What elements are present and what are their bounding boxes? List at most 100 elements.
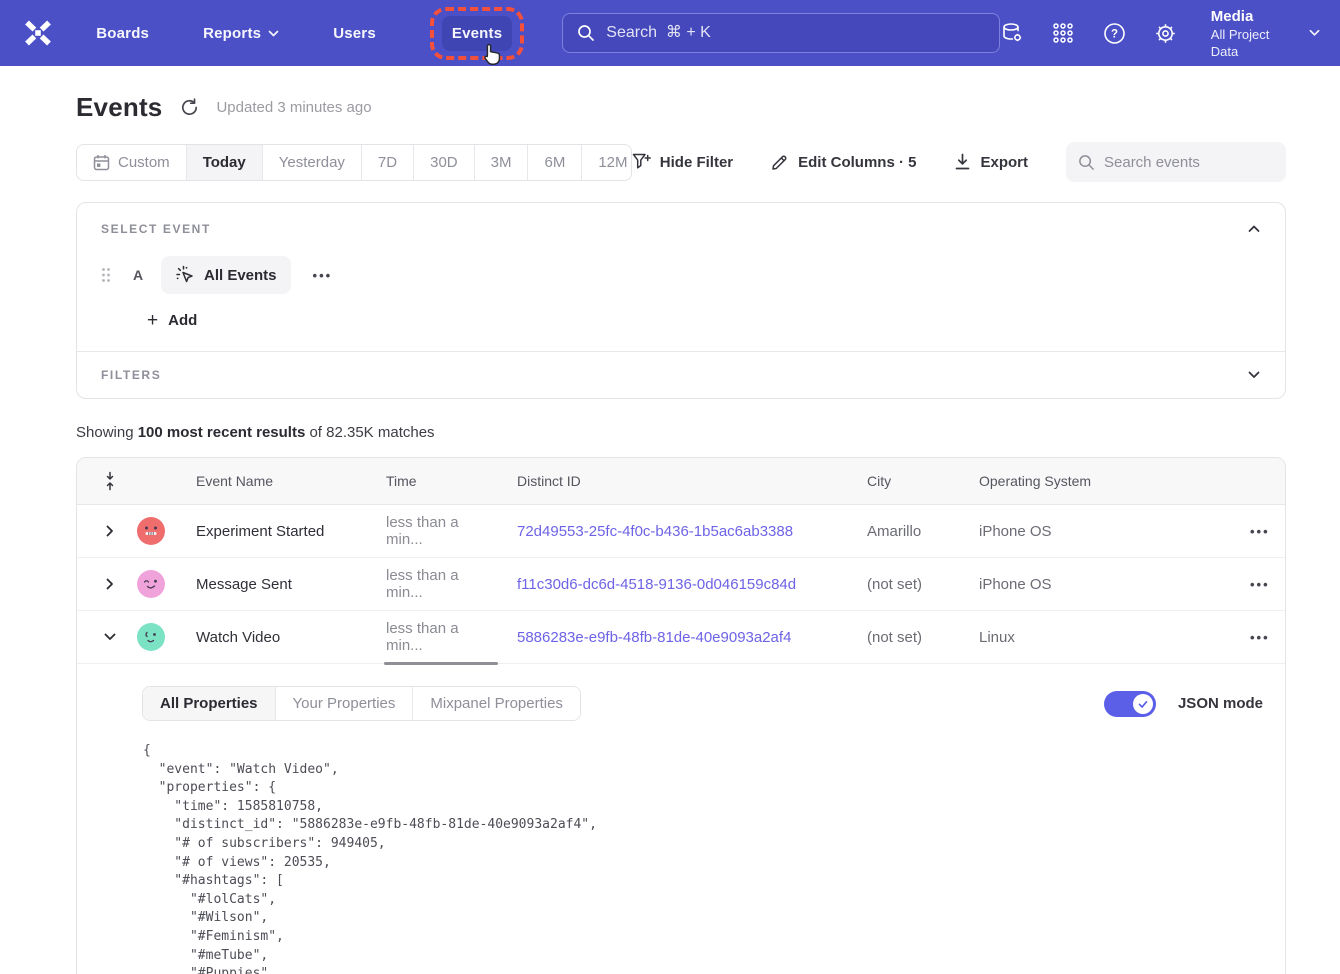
date-option-12m[interactable]: 12M [581,145,631,180]
cell-event-name: Experiment Started [175,523,365,540]
page-title: Events [76,92,162,123]
step-letter: A [131,267,145,283]
edit-columns-button[interactable]: Edit Columns · 5 [771,153,916,171]
table-row[interactable]: Message Sent less than a min... f11c30d6… [77,558,1285,611]
project-name: Media [1211,7,1293,26]
nav-item-reports[interactable]: Reports [193,16,289,51]
hide-filter-button[interactable]: Hide Filter [632,153,733,171]
chevron-right-icon [106,525,114,537]
table-row[interactable]: Experiment Started less than a min... 72… [77,505,1285,558]
global-search-input[interactable] [606,24,985,42]
avatar-face-icon [142,578,160,590]
nav-item-boards[interactable]: Boards [86,16,159,51]
filters-label: FILTERS [101,368,1261,382]
row-menu-button[interactable]: ••• [1244,520,1276,543]
event-selector-label: All Events [204,267,277,284]
project-selector-labels: Media All Project Data [1211,7,1293,60]
page-content: Events Updated 3 minutes ago [0,66,1340,974]
date-option-label: 30D [430,154,458,171]
results-count: 100 most recent results [138,424,306,441]
tab-your-properties[interactable]: Your Properties [275,687,413,720]
data-management-button[interactable] [1000,20,1024,46]
distinct-id-link[interactable]: 5886283e-e9fb-48fb-81de-40e9093a2af4 [496,629,846,646]
cell-event-name: Watch Video [175,629,365,646]
search-icon [577,24,595,42]
collapse-row-button[interactable] [98,625,122,649]
nav-item-users[interactable]: Users [323,16,386,51]
nav-utilities: ? Media All Project Data [1000,7,1320,60]
check-icon [1137,698,1149,710]
expand-filters-button[interactable] [1243,364,1265,386]
tab-all-properties[interactable]: All Properties [143,687,275,720]
selection-highlight: Events [430,7,524,60]
chevron-down-icon [104,633,116,641]
mixpanel-logo[interactable] [20,15,56,51]
properties-tabs: All Properties Your Properties Mixpanel … [142,686,581,721]
add-event-button[interactable]: + Add [147,311,197,330]
cell-city: Amarillo [846,523,958,540]
drag-handle[interactable] [101,265,115,285]
cursor-pointer-icon [481,43,503,67]
pencil-icon [771,153,789,171]
date-option-30d[interactable]: 30D [413,145,474,180]
primary-nav: Boards Reports Users Events [86,7,524,60]
tab-label: All Properties [160,695,258,712]
mixpanel-logo-icon [21,18,55,48]
top-nav: Boards Reports Users Events [0,0,1340,66]
detail-panel-header: All Properties Your Properties Mixpanel … [142,686,1267,721]
apps-grid-icon [1052,22,1074,44]
json-mode-toggle[interactable] [1104,691,1156,717]
json-mode-label: JSON mode [1178,695,1263,712]
date-option-7d[interactable]: 7D [361,145,413,180]
events-table: Event Name Time Distinct ID City Operati… [76,457,1286,974]
select-event-section: SELECT EVENT [77,203,1285,351]
date-option-yesterday[interactable]: Yesterday [262,145,361,180]
column-header-distinct-id: Distinct ID [496,473,846,489]
plus-icon: + [147,311,158,330]
date-option-today[interactable]: Today [186,145,262,180]
chevron-down-icon [1309,29,1320,37]
date-option-6m[interactable]: 6M [527,145,581,180]
project-scope: All Project Data [1211,26,1293,60]
cell-time: less than a min... [365,620,496,654]
cell-os: Linux [958,629,1148,646]
row-menu-button[interactable]: ••• [1244,626,1276,649]
horizontal-scrollbar-thumb[interactable] [384,662,498,665]
filters-section[interactable]: FILTERS [77,351,1285,398]
results-summary: Showing 100 most recent results of 82.35… [76,424,1286,441]
drag-dots-icon [101,267,111,283]
table-row-expanded[interactable]: Watch Video less than a min... 5886283e-… [77,611,1285,664]
nav-item-label: Boards [96,25,149,42]
date-option-custom[interactable]: Custom [77,145,186,180]
tab-mixpanel-properties[interactable]: Mixpanel Properties [412,687,580,720]
cell-time: less than a min... [365,514,496,548]
settings-button[interactable] [1154,20,1178,46]
sort-order-button[interactable] [99,468,121,494]
event-more-button[interactable]: ••• [307,264,339,287]
row-menu-button[interactable]: ••• [1244,573,1276,596]
project-selector[interactable]: Media All Project Data [1211,7,1320,60]
cell-time: less than a min... [365,567,496,601]
column-header-time: Time [365,473,496,489]
apps-menu-button[interactable] [1051,20,1075,46]
chevron-right-icon [106,578,114,590]
expand-row-button[interactable] [98,519,122,543]
date-option-3m[interactable]: 3M [474,145,528,180]
distinct-id-link[interactable]: 72d49553-25fc-4f0c-b436-1b5ac6ab3388 [496,523,846,540]
event-selector-chip[interactable]: All Events [161,256,291,294]
events-search-input[interactable] [1104,154,1274,171]
nav-item-label: Users [333,25,376,42]
help-button[interactable]: ? [1102,20,1126,46]
export-button[interactable]: Export [954,153,1028,171]
chevron-down-icon [1248,371,1260,379]
cell-os: iPhone OS [958,523,1148,540]
refresh-button[interactable] [178,97,200,119]
hide-filter-label: Hide Filter [660,154,733,171]
add-label: Add [168,312,197,329]
table-toolbar: Hide Filter Edit Columns · 5 Export [632,142,1286,182]
collapse-section-button[interactable] [1243,218,1265,240]
date-range-selector: Custom Today Yesterday 7D 30D 3M [76,144,632,181]
distinct-id-link[interactable]: f11c30d6-dc6d-4518-9136-0d046159c84d [496,576,846,593]
expand-row-button[interactable] [98,572,122,596]
help-icon: ? [1103,22,1126,45]
